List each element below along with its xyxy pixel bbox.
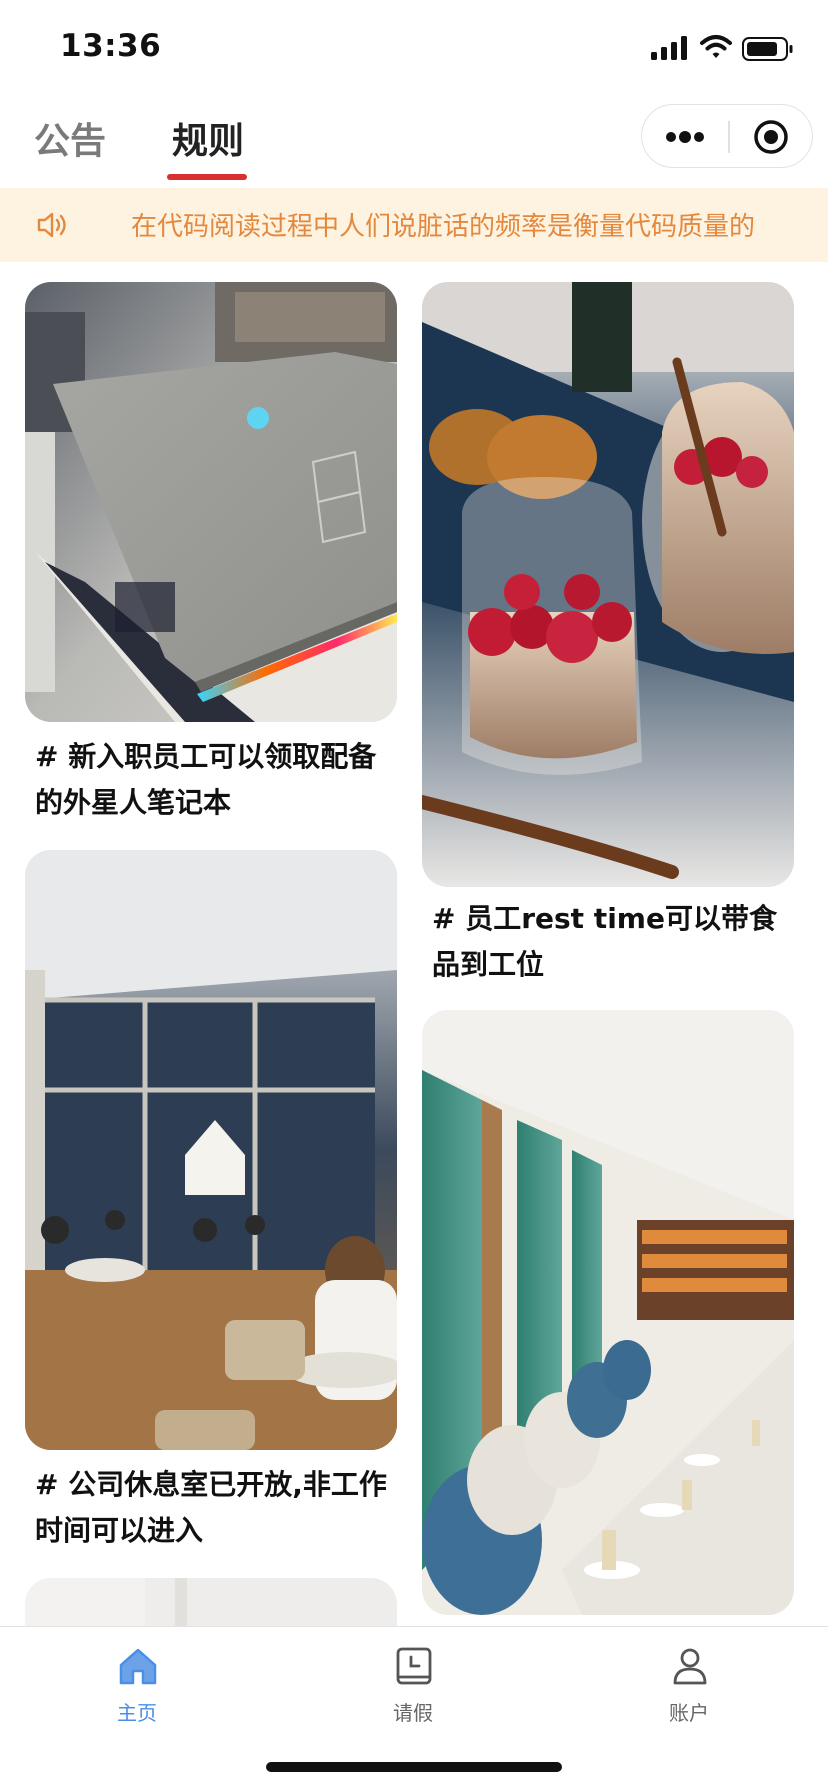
- user-icon: [673, 1648, 707, 1685]
- post-title: # 公司休息室已开放,非工作时间可以进入: [35, 1468, 387, 1547]
- tab-notice[interactable]: 公告: [34, 112, 106, 164]
- post-title: # 新入职员工可以领取配备的外星人笔记本: [35, 740, 377, 819]
- close-button[interactable]: [729, 105, 813, 169]
- post-feed: # 新入职员工可以领取配备的外星人笔记本 # 员工rest time可以带食品到…: [0, 262, 828, 1626]
- target-close-icon: [754, 120, 788, 154]
- post-image-laptop: [25, 282, 397, 722]
- mini-program-capsule: [641, 104, 813, 168]
- calendar-clock-icon: [396, 1647, 432, 1685]
- tab-leave-label: 请假: [393, 1701, 433, 1725]
- active-tab-indicator: [167, 174, 247, 180]
- tab-account-label: 账户: [669, 1701, 709, 1725]
- home-indicator: [266, 1762, 562, 1772]
- battery-icon: [742, 37, 793, 61]
- post-card-lounge[interactable]: # 公司休息室已开放,非工作时间可以进入: [25, 850, 397, 1590]
- post-card-dining[interactable]: [422, 1010, 794, 1615]
- post-image-partial: [25, 1578, 397, 1626]
- tab-home[interactable]: 主页: [57, 1627, 217, 1737]
- home-icon: [119, 1648, 157, 1685]
- more-button[interactable]: [642, 105, 728, 169]
- status-bar: 13:36: [0, 0, 828, 100]
- more-dots-icon: [666, 131, 704, 143]
- post-card-partial[interactable]: [25, 1578, 397, 1626]
- tab-account[interactable]: 账户: [609, 1627, 769, 1737]
- notice-bar[interactable]: 在代码阅读过程中人们说脏话的频率是衡量代码质量的: [0, 188, 828, 262]
- post-image-lounge: [25, 850, 397, 1450]
- speaker-icon: [37, 212, 66, 238]
- wifi-icon: [700, 35, 732, 58]
- signal-icon: [651, 36, 687, 60]
- post-card-laptop[interactable]: # 新入职员工可以领取配备的外星人笔记本: [25, 282, 397, 830]
- tab-rules[interactable]: 规则: [172, 112, 244, 164]
- status-time: 13:36: [60, 28, 162, 64]
- post-title: # 员工rest time可以带食品到工位: [432, 902, 777, 981]
- notice-text: 在代码阅读过程中人们说脏话的频率是衡量代码质量的: [131, 212, 756, 242]
- tab-home-label: 主页: [117, 1701, 157, 1725]
- post-card-dessert[interactable]: # 员工rest time可以带食品到工位: [422, 282, 794, 996]
- post-image-dessert: [422, 282, 794, 887]
- tab-leave[interactable]: 请假: [333, 1627, 493, 1737]
- post-image-dining: [422, 1010, 794, 1615]
